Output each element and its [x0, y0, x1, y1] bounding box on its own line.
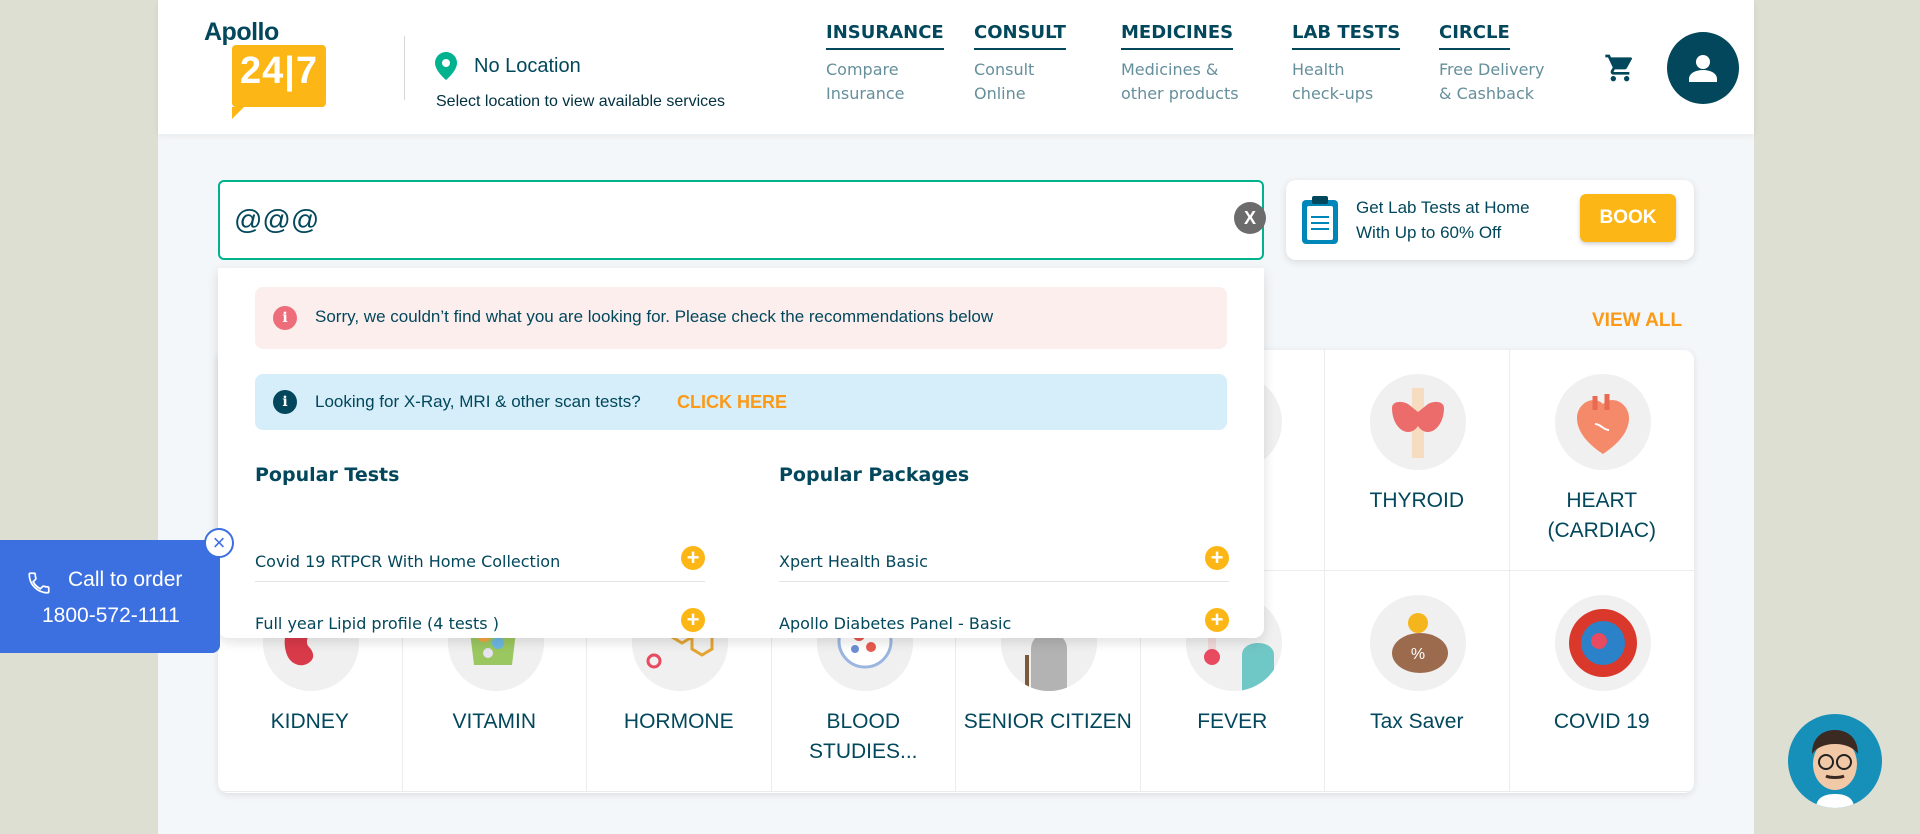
- category-heart[interactable]: HEART (CARDIAC): [1509, 350, 1694, 571]
- lab-test-promo: Get Lab Tests at Home With Up to 60% Off…: [1286, 180, 1694, 260]
- category-label: HEART (CARDIAC): [1547, 489, 1657, 542]
- nav-consult-sub: Consult Online: [974, 60, 1035, 103]
- category-label: Tax Saver: [1370, 710, 1464, 733]
- category-label: HORMONE: [623, 710, 734, 733]
- search-dropdown: i Sorry, we couldn’t find what you are l…: [218, 268, 1264, 638]
- add-icon[interactable]: +: [1205, 608, 1229, 632]
- category-covid-19[interactable]: COVID 19: [1509, 571, 1694, 792]
- nav-medicines[interactable]: MEDICINES Medicines & other products: [1121, 22, 1239, 106]
- user-icon: [1689, 55, 1717, 82]
- call-to-order[interactable]: Call to order 1800-572-1111: [0, 540, 220, 653]
- nav-medicines-title: MEDICINES: [1121, 22, 1234, 50]
- header-divider: [404, 36, 405, 100]
- location-subtitle: Select location to view available servic…: [436, 93, 726, 110]
- test-name: Covid 19 RTPCR With Home Collection: [255, 552, 561, 571]
- click-here-link[interactable]: CLICK HERE: [677, 392, 787, 413]
- page: Apollo 24|7 No Location Select location …: [158, 0, 1754, 834]
- popular-tests-title: Popular Tests: [255, 464, 400, 486]
- category-label: THYROID: [1369, 489, 1465, 512]
- nav-lab-tests[interactable]: LAB TESTS Health check-ups: [1292, 22, 1401, 106]
- category-label: KIDNEY: [270, 710, 349, 733]
- category-thyroid[interactable]: THYROID: [1325, 350, 1510, 571]
- promo-text: Get Lab Tests at Home With Up to 60% Off: [1356, 198, 1530, 242]
- phone-icon: [28, 572, 50, 594]
- heart-icon: [1554, 374, 1651, 470]
- piggy-bank-icon: %: [1370, 595, 1466, 691]
- list-item[interactable]: Covid 19 RTPCR With Home Collection +: [255, 530, 705, 582]
- popular-packages-title: Popular Packages: [779, 464, 970, 486]
- call-number[interactable]: 1800-572-1111: [42, 604, 180, 628]
- test-name: Full year Lipid profile (4 tests ): [255, 614, 499, 633]
- nav-lab-tests-sub: Health check-ups: [1292, 60, 1374, 103]
- package-name: Xpert Health Basic: [779, 552, 928, 571]
- close-icon[interactable]: ×: [204, 528, 234, 558]
- nav-consult[interactable]: CONSULT Consult Online: [974, 22, 1066, 106]
- nav-consult-title: CONSULT: [974, 22, 1066, 50]
- chat-bot-icon: [1812, 730, 1858, 808]
- clear-search-button[interactable]: X: [1234, 202, 1266, 234]
- logo-247: 24|7: [240, 50, 319, 92]
- list-item[interactable]: Full year Lipid profile (4 tests ) +: [255, 592, 705, 644]
- add-icon[interactable]: +: [681, 608, 705, 632]
- clipboard-icon: [1302, 196, 1338, 244]
- apollo-logo[interactable]: Apollo 24|7: [204, 18, 326, 119]
- add-icon[interactable]: +: [1205, 546, 1229, 570]
- covid-icon: [1554, 595, 1651, 691]
- location-title[interactable]: No Location: [474, 55, 581, 78]
- nav-insurance[interactable]: INSURANCE Compare Insurance: [826, 22, 944, 106]
- search-input[interactable]: [234, 200, 1194, 240]
- location-pin-icon[interactable]: [435, 52, 457, 80]
- package-name: Apollo Diabetes Panel - Basic: [779, 614, 1012, 633]
- logo-text: Apollo: [204, 18, 279, 46]
- no-results-alert: i Sorry, we couldn’t find what you are l…: [255, 287, 1227, 349]
- chat-bot-avatar[interactable]: [1788, 714, 1882, 808]
- nav-lab-tests-title: LAB TESTS: [1292, 22, 1401, 50]
- view-all-link[interactable]: VIEW ALL: [1592, 310, 1682, 332]
- list-item[interactable]: Xpert Health Basic +: [779, 530, 1229, 582]
- category-label: VITAMIN: [452, 710, 537, 733]
- thyroid-icon: [1370, 374, 1466, 470]
- call-label: Call to order: [68, 568, 183, 591]
- svg-text:%: %: [1411, 646, 1425, 663]
- search-box[interactable]: X: [218, 180, 1266, 260]
- nav-medicines-sub: Medicines & other products: [1121, 60, 1239, 103]
- nav-circle-title: CIRCLE: [1439, 22, 1510, 50]
- category-tax-saver[interactable]: % Tax Saver: [1325, 571, 1510, 792]
- scan-tests-text: Looking for X-Ray, MRI & other scan test…: [315, 392, 641, 411]
- add-icon[interactable]: +: [681, 546, 705, 570]
- nav-insurance-title: INSURANCE: [826, 22, 944, 50]
- category-label: BLOOD STUDIES...: [808, 710, 918, 763]
- nav-circle[interactable]: CIRCLE Free Delivery & Cashback: [1439, 22, 1544, 106]
- header: Apollo 24|7 No Location Select location …: [158, 0, 1754, 134]
- category-label: FEVER: [1197, 710, 1268, 733]
- category-label: COVID 19: [1553, 710, 1650, 733]
- error-info-icon: i: [273, 306, 297, 330]
- book-button[interactable]: BOOK: [1580, 194, 1676, 242]
- no-results-text: Sorry, we couldn’t find what you are loo…: [315, 307, 994, 326]
- list-item[interactable]: Apollo Diabetes Panel - Basic +: [779, 592, 1229, 644]
- nav-insurance-sub: Compare Insurance: [826, 60, 905, 103]
- nav-circle-sub: Free Delivery & Cashback: [1439, 60, 1545, 103]
- scan-tests-banner: i Looking for X-Ray, MRI & other scan te…: [255, 374, 1227, 430]
- cart-icon[interactable]: [1604, 52, 1636, 84]
- category-label: SENIOR CITIZEN: [963, 710, 1132, 733]
- info-icon: i: [273, 390, 297, 414]
- user-avatar[interactable]: [1667, 32, 1739, 104]
